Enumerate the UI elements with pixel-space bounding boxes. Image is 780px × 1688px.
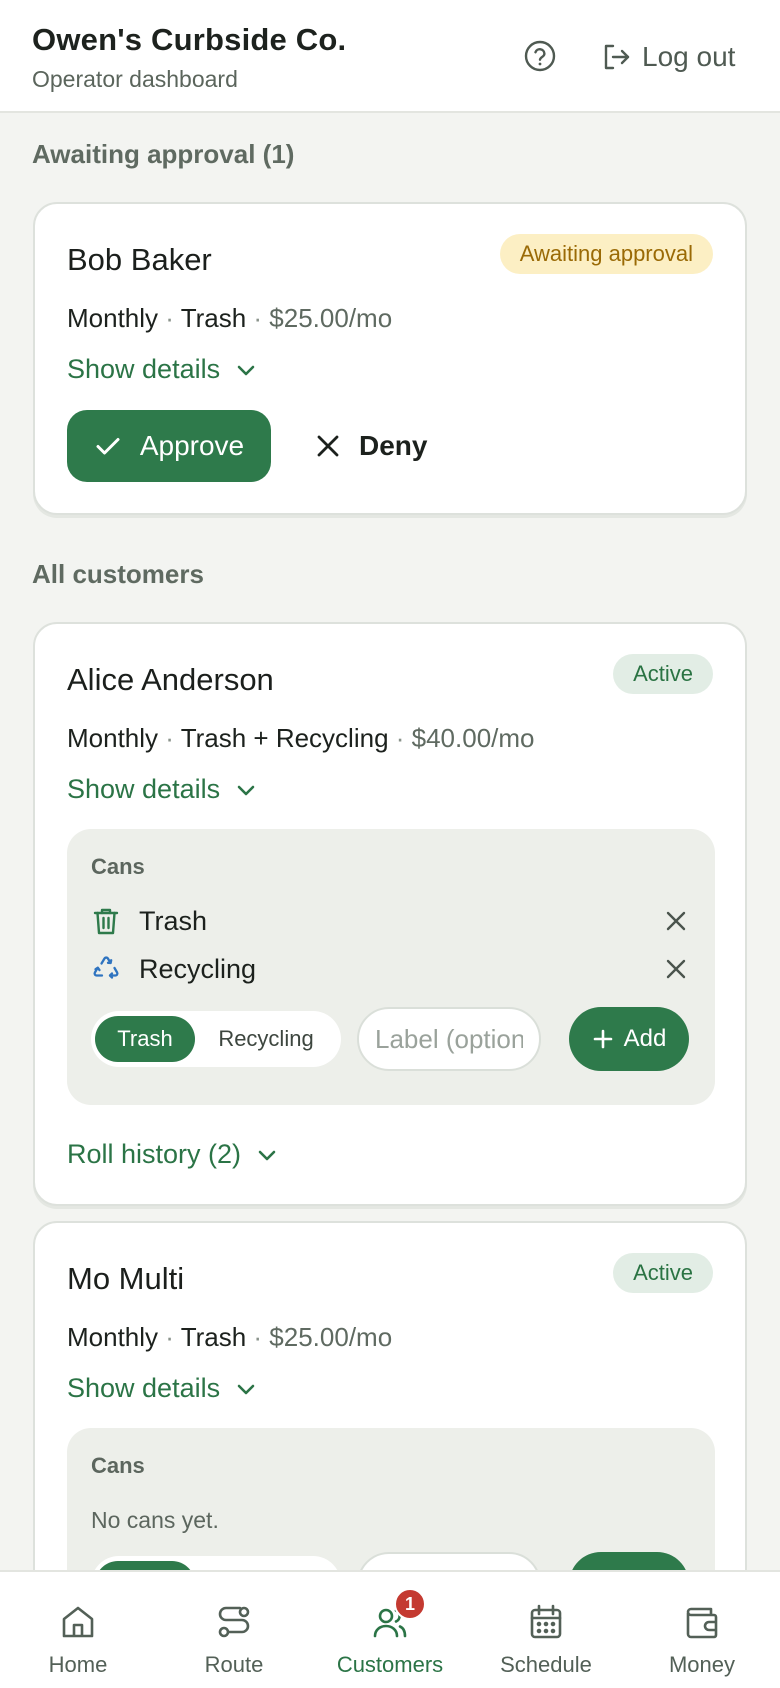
can-label-input[interactable] [357,1007,541,1071]
help-button[interactable] [523,39,557,73]
check-icon [96,438,120,455]
nav-label: Home [48,1652,108,1677]
show-details-label: Show details [67,1373,221,1403]
logout-icon [604,44,630,70]
add-can-button[interactable]: Add [569,1007,689,1071]
deny-label: Deny [359,430,428,461]
chevron-down-icon [237,365,255,375]
main-content: Awaiting approval (1) Bob Baker Awaiting… [0,115,780,1570]
deny-button[interactable]: Deny [293,410,449,482]
separator-dot: · [158,303,181,333]
separator-dot: · [246,1322,270,1352]
show-details-label: Show details [67,354,221,384]
show-details-toggle[interactable]: Show details [67,354,258,385]
separator-dot: · [158,1322,181,1352]
plan-price: $25.00/mo [269,1322,393,1352]
plan-service: Trash + Recycling [180,723,389,753]
can-label-input[interactable] [357,1552,541,1570]
can-type-recycling[interactable]: Recycling [195,1016,337,1062]
notification-badge: 1 [394,1588,426,1620]
cans-panel: Cans No cans yet. [67,1428,715,1570]
plan-service: Trash [180,1322,247,1352]
roll-history-toggle[interactable]: Roll history (2) [67,1139,279,1170]
no-cans-message: No cans yet. [91,1507,219,1533]
status-badge: Active [613,654,713,694]
home-icon [62,1606,94,1638]
can-label: Trash [139,905,208,936]
cans-title: Cans [91,854,145,879]
plan-frequency: Monthly [67,1322,159,1352]
nav-label: Money [668,1652,736,1677]
app-header: Owen's Curbside Co. Operator dashboard L… [0,0,780,113]
nav-home[interactable]: Home [0,1572,156,1688]
nav-label: Route [204,1652,264,1677]
status-badge: Awaiting approval [499,234,713,274]
separator-dot: · [246,303,270,333]
close-icon [317,435,339,457]
add-label: Add [623,1025,667,1052]
show-details-toggle[interactable]: Show details [67,1373,258,1404]
can-type-selector [91,1556,341,1570]
cans-panel: Cans Trash Recycling Trash Recycling Lab… [67,829,715,1105]
wallet-icon [686,1607,718,1639]
route-icon [218,1606,250,1638]
logout-label: Log out [642,41,736,72]
plan-service: Trash [180,303,247,333]
approve-button[interactable]: Approve [67,410,271,482]
plan-frequency: Monthly [67,723,159,753]
show-details-label: Show details [67,774,221,804]
nav-customers[interactable]: 1 Customers [312,1572,468,1688]
roll-history-label: Roll history (2) [67,1139,242,1169]
can-item: Recycling [91,949,691,989]
plus-icon [593,1029,612,1049]
nav-label: Schedule [500,1652,592,1677]
company-name: Owen's Curbside Co. [32,22,347,57]
customer-name: Mo Multi [67,1261,185,1296]
customer-card-alice-anderson: Alice Anderson Active Monthly · Trash + … [33,622,747,1206]
show-details-toggle[interactable]: Show details [67,774,258,805]
can-type-trash[interactable] [95,1561,195,1570]
customer-plan: Monthly · Trash · $25.00/mo [67,1322,392,1353]
can-type-trash[interactable]: Trash [95,1016,195,1062]
logout-button[interactable]: Log out [600,37,735,77]
customer-plan: Monthly · Trash + Recycling · $40.00/mo [67,723,535,754]
can-item: Trash [91,901,691,941]
nav-money[interactable]: Money [624,1572,780,1688]
all-customers-title: All customers [32,559,204,589]
nav-label: Customers [336,1652,444,1677]
approve-label: Approve [139,430,245,461]
awaiting-section-title: Awaiting approval (1) [32,139,295,169]
bottom-navigation: Home Route 1 Customers Schedule Money [0,1570,780,1688]
dashboard-subtitle: Operator dashboard [32,66,238,92]
can-type-recycling[interactable] [195,1561,337,1570]
can-label: Recycling [139,953,257,984]
chevron-down-icon [237,1384,255,1394]
customer-name: Bob Baker [67,242,212,277]
calendar-icon [530,1604,562,1639]
customer-name: Alice Anderson [67,662,274,697]
plan-price: $25.00/mo [269,303,393,333]
separator-dot: · [158,723,181,753]
help-icon [524,40,556,72]
chevron-down-icon [258,1150,276,1160]
separator-dot: · [388,723,412,753]
trash-can-icon [93,908,119,935]
plan-price: $40.00/mo [411,723,535,753]
customer-card-mo-multi: Mo Multi Active Monthly · Trash · $25.00… [33,1221,747,1570]
recycle-icon [93,956,119,979]
plan-frequency: Monthly [67,303,159,333]
nav-schedule[interactable]: Schedule [468,1572,624,1688]
customer-card-bob-baker: Bob Baker Awaiting approval Monthly · Tr… [33,202,747,515]
cans-title: Cans [91,1453,145,1478]
remove-can-close-icon[interactable] [661,954,691,984]
add-can-button[interactable] [569,1552,689,1570]
chevron-down-icon [237,785,255,795]
customer-plan: Monthly · Trash · $25.00/mo [67,303,392,334]
nav-route[interactable]: Route [156,1572,312,1688]
remove-can-close-icon[interactable] [661,906,691,936]
can-type-selector: Trash Recycling [91,1011,341,1067]
status-badge: Active [613,1253,713,1293]
